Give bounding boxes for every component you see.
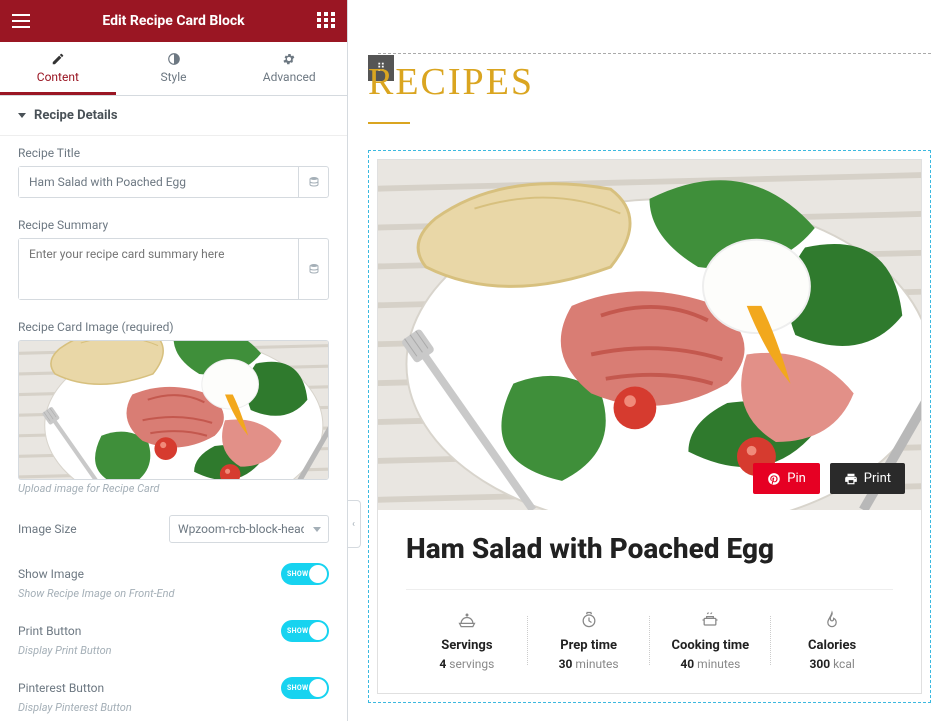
recipe-card-widget[interactable]: Pin Print Ham Salad with Poached Egg Ser…	[368, 150, 931, 703]
recipe-summary-input[interactable]	[19, 239, 298, 299]
hero-actions: Pin Print	[753, 463, 905, 494]
tab-advanced[interactable]: Advanced	[231, 42, 347, 95]
tab-content[interactable]: Content	[0, 42, 116, 95]
database-icon	[308, 262, 320, 276]
pencil-icon	[51, 52, 65, 66]
label-recipe-summary: Recipe Summary	[18, 218, 329, 232]
clock-icon	[577, 610, 601, 630]
recipe-hero: Pin Print	[378, 160, 921, 510]
field-pinterest-button: Pinterest Button Display Pinterest Butto…	[0, 667, 347, 721]
stat-calories: Calories 300 kcal	[771, 610, 893, 671]
editor-sidebar: Edit Recipe Card Block Content Style Adv…	[0, 0, 348, 721]
pin-button[interactable]: Pin	[753, 463, 820, 494]
print-button-hint: Display Print Button	[18, 644, 329, 657]
image-size-select[interactable]: Wpzoom-rcb-block-header	[169, 515, 329, 543]
section-boundary	[378, 53, 931, 54]
field-recipe-title: Recipe Title	[0, 136, 347, 208]
show-image-hint: Show Recipe Image on Front-End	[18, 587, 329, 600]
image-hint: Upload image for Recipe Card	[18, 482, 329, 495]
contrast-icon	[167, 52, 181, 66]
print-icon	[844, 472, 858, 486]
sidebar-title: Edit Recipe Card Block	[30, 13, 317, 29]
recipe-image-picker[interactable]	[18, 340, 329, 480]
label-recipe-title: Recipe Title	[18, 146, 329, 160]
collapse-sidebar-button[interactable]: ‹	[348, 500, 361, 548]
field-image-size: Image Size Wpzoom-rcb-block-header	[0, 505, 347, 553]
pot-icon	[698, 610, 722, 630]
apps-icon[interactable]	[317, 12, 335, 30]
print-button-toggle[interactable]	[281, 620, 329, 642]
pinterest-button-hint: Display Pinterest Button	[18, 701, 329, 714]
editor-panel[interactable]: Recipe Details Recipe Title Recipe Summa…	[0, 96, 347, 721]
stat-cooking-time: Cooking time 40 minutes	[650, 610, 772, 671]
recipe-card-body: Ham Salad with Poached Egg Servings 4 se…	[378, 510, 921, 693]
dynamic-tag-button[interactable]	[298, 239, 328, 299]
page-heading: RECIPES	[368, 60, 534, 124]
sidebar-header: Edit Recipe Card Block	[0, 0, 347, 42]
recipe-card: Pin Print Ham Salad with Poached Egg Ser…	[377, 159, 922, 694]
section-recipe-details[interactable]: Recipe Details	[0, 96, 347, 136]
editor-tabs: Content Style Advanced	[0, 42, 347, 96]
recipe-title-input[interactable]	[19, 167, 298, 197]
recipe-card-title: Ham Salad with Poached Egg	[406, 532, 893, 565]
print-button[interactable]: Print	[830, 463, 905, 494]
menu-icon[interactable]	[12, 12, 30, 30]
pinterest-button-toggle[interactable]	[281, 677, 329, 699]
preview-area: ‹ ⠿ RECIPES Pin Print Ham Salad wi	[348, 0, 951, 721]
recipe-stats: Servings 4 servings Prep time 30 minutes…	[406, 589, 893, 671]
pinterest-icon	[767, 472, 781, 486]
field-print-button: Print Button Display Print Button	[0, 610, 347, 667]
show-image-toggle[interactable]	[281, 563, 329, 585]
stat-servings: Servings 4 servings	[406, 610, 528, 671]
label-show-image: Show Image	[18, 567, 84, 581]
flame-icon	[820, 610, 844, 630]
gear-icon	[282, 52, 296, 66]
field-recipe-image: Recipe Card Image (required) Upload imag…	[0, 310, 347, 505]
stat-prep-time: Prep time 30 minutes	[528, 610, 650, 671]
recipe-hero-image	[378, 160, 921, 510]
field-recipe-summary: Recipe Summary	[0, 208, 347, 310]
label-recipe-image: Recipe Card Image (required)	[18, 320, 329, 334]
label-pinterest-button: Pinterest Button	[18, 681, 104, 695]
servings-icon	[455, 610, 479, 630]
dynamic-tag-button[interactable]	[298, 167, 328, 197]
caret-down-icon	[18, 113, 26, 118]
field-show-image: Show Image Show Recipe Image on Front-En…	[0, 553, 347, 610]
label-image-size: Image Size	[18, 522, 77, 536]
tab-style[interactable]: Style	[116, 42, 232, 95]
label-print-button: Print Button	[18, 624, 81, 638]
database-icon	[308, 175, 320, 189]
recipe-thumbnail	[19, 341, 328, 479]
